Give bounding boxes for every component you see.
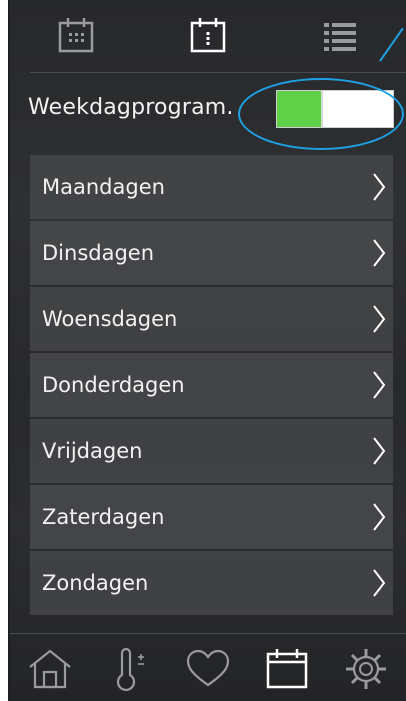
day-item-zondagen[interactable]: Zondagen [30,551,393,615]
day-item-donderdagen[interactable]: Donderdagen [30,353,393,417]
day-label: Zaterdagen [42,505,165,529]
nav-schedule[interactable] [259,641,315,697]
heart-icon [186,649,230,686]
calendar-day-icon [190,18,226,53]
weekday-program-screen: Weekdagprogram. Maandagen Dinsdagen Woen… [10,0,406,701]
day-label: Zondagen [42,571,149,595]
thermometer-icon [116,647,144,691]
calendar-icon [266,648,308,688]
day-label: Maandagen [42,175,165,199]
day-label: Dinsdagen [42,241,155,265]
tab-day-calendar[interactable] [178,5,238,65]
day-item-woensdagen[interactable]: Woensdagen [30,287,393,351]
left-edge [0,0,10,701]
chevron-right-icon [373,173,386,201]
chevron-right-icon [373,569,386,597]
day-item-maandagen[interactable]: Maandagen [30,155,393,219]
toggle-knob[interactable] [321,91,324,127]
day-item-dinsdagen[interactable]: Dinsdagen [30,221,393,285]
nav-settings[interactable] [338,641,394,697]
weekday-program-label: Weekdagprogram. [28,95,234,120]
day-list: Maandagen Dinsdagen Woensdagen Donderdag… [30,155,393,617]
chevron-right-icon [373,371,386,399]
day-item-vrijdagen[interactable]: Vrijdagen [30,419,393,483]
tab-week-calendar[interactable] [46,5,106,65]
weekday-program-row: Weekdagprogram. [10,73,406,148]
nav-temperature[interactable] [101,641,157,697]
nav-favorites[interactable] [180,641,236,697]
gear-icon [346,648,387,689]
chevron-right-icon [373,239,386,267]
nav-home[interactable] [22,641,78,697]
top-tab-bar [10,0,406,70]
list-icon [324,23,356,51]
weekday-program-toggle[interactable] [276,90,394,128]
chevron-right-icon [373,503,386,531]
chevron-right-icon [373,437,386,465]
day-label: Vrijdagen [42,439,143,463]
bottom-divider [10,633,406,634]
toggle-fill [277,91,322,127]
day-item-zaterdagen[interactable]: Zaterdagen [30,485,393,549]
tab-list[interactable] [310,5,370,65]
calendar-grid-icon [58,18,94,53]
day-label: Donderdagen [42,373,185,397]
day-label: Woensdagen [42,307,178,331]
chevron-right-icon [373,305,386,333]
home-icon [28,649,71,688]
bottom-nav [10,636,406,701]
